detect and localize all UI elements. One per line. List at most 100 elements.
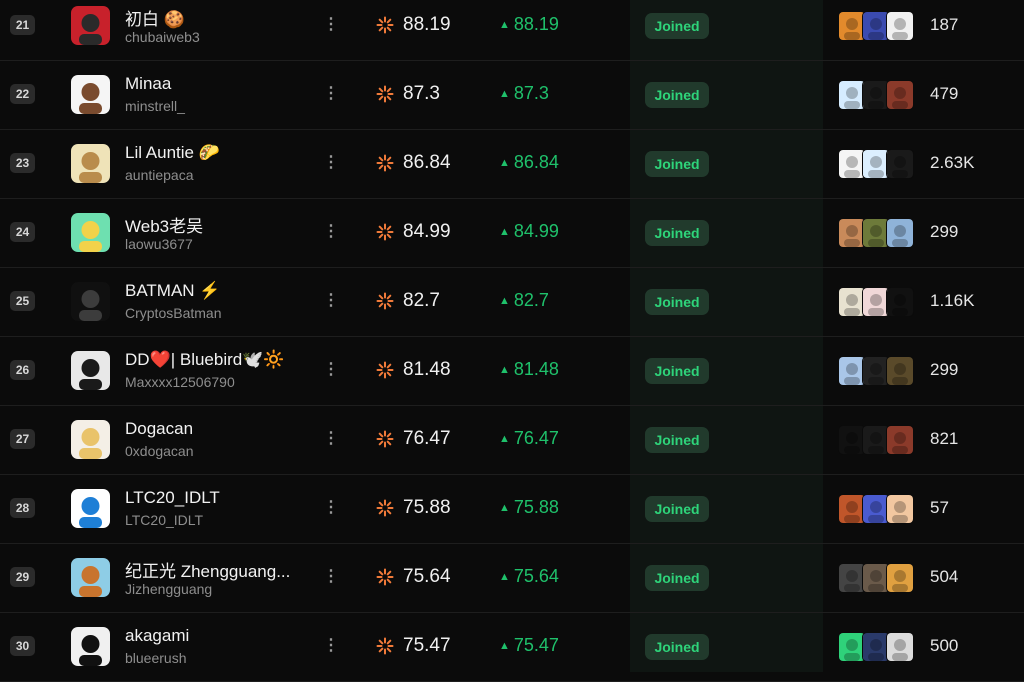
joined-badge[interactable]: Joined — [645, 634, 709, 660]
follower-avatar[interactable] — [886, 356, 914, 386]
user-handle: auntiepaca — [125, 167, 194, 183]
follower-avatar[interactable] — [886, 287, 914, 317]
more-vertical-icon[interactable]: ⋮ — [321, 635, 341, 659]
leaderboard-row[interactable]: 28 LTC20_IDLT LTC20_IDLT ⋮ 75.88 ▲ 75.88 … — [0, 474, 1024, 544]
more-vertical-icon[interactable]: ⋮ — [321, 428, 341, 452]
score-delta: ▲ 86.84 — [499, 152, 559, 173]
spark-icon — [376, 361, 394, 379]
spark-icon — [376, 292, 394, 310]
triangle-up-icon: ▲ — [499, 640, 510, 652]
leaderboard-row[interactable]: 21 初白 🍪 chubaiweb3 ⋮ 88.19 ▲ 88.19 Joined — [0, 0, 1024, 61]
follower-avatars[interactable] — [838, 149, 918, 179]
score-delta: ▲ 87.3 — [499, 83, 549, 104]
follower-avatar[interactable] — [886, 425, 914, 455]
joined-badge[interactable]: Joined — [645, 220, 709, 246]
avatar[interactable] — [71, 75, 110, 114]
joined-badge[interactable]: Joined — [645, 289, 709, 315]
follower-avatars[interactable] — [838, 287, 918, 317]
leaderboard-row[interactable]: 24 Web3老吴 laowu3677 ⋮ 84.99 ▲ 84.99 Joine… — [0, 198, 1024, 268]
follower-avatars[interactable] — [838, 11, 918, 41]
joined-badge[interactable]: Joined — [645, 13, 709, 39]
follower-avatar[interactable] — [886, 11, 914, 41]
follower-count: 299 — [930, 360, 959, 379]
avatar[interactable] — [71, 282, 110, 321]
more-vertical-icon[interactable]: ⋮ — [321, 359, 341, 383]
follower-avatars[interactable] — [838, 356, 918, 386]
more-vertical-icon[interactable]: ⋮ — [321, 221, 341, 245]
more-vertical-icon[interactable]: ⋮ — [321, 14, 341, 38]
rank-badge: 24 — [10, 222, 35, 242]
user-name[interactable]: BATMAN ⚡ — [125, 281, 220, 301]
user-handle: blueerush — [125, 650, 187, 666]
user-name[interactable]: Lil Auntie 🌮 — [125, 143, 220, 163]
rank-badge: 27 — [10, 429, 35, 449]
user-name[interactable]: DD❤️| Bluebird🕊️🔆 — [125, 350, 285, 370]
more-vertical-icon[interactable]: ⋮ — [321, 566, 341, 590]
joined-badge[interactable]: Joined — [645, 358, 709, 384]
avatar[interactable] — [71, 420, 110, 459]
more-vertical-icon[interactable]: ⋮ — [321, 152, 341, 176]
follower-count: 479 — [930, 84, 959, 103]
follower-count: 504 — [930, 567, 959, 586]
user-name[interactable]: Dogacan — [125, 419, 193, 439]
follower-count: 500 — [930, 636, 959, 655]
follower-avatars[interactable] — [838, 425, 918, 455]
joined-badge[interactable]: Joined — [645, 427, 709, 453]
follower-avatars[interactable] — [838, 494, 918, 524]
leaderboard-row[interactable]: 22 Minaa minstrell_ ⋮ 87.3 ▲87.3 Joined — [0, 60, 1024, 130]
spark-icon — [376, 568, 394, 586]
follower-count: 299 — [930, 222, 959, 241]
leaderboard-row[interactable]: 25 BATMAN ⚡ CryptosBatman ⋮ 82.7 ▲ 82.7 J… — [0, 267, 1024, 337]
triangle-up-icon: ▲ — [499, 19, 510, 31]
user-name[interactable]: Minaa — [125, 74, 171, 94]
avatar[interactable] — [71, 6, 110, 45]
joined-badge[interactable]: Joined — [645, 565, 709, 591]
user-name[interactable]: Web3老吴 — [125, 212, 203, 237]
follower-avatars[interactable] — [838, 218, 918, 248]
avatar[interactable] — [71, 489, 110, 528]
follower-avatars[interactable] — [838, 80, 918, 110]
follower-avatar[interactable] — [886, 218, 914, 248]
score-value: 88.19 — [403, 14, 451, 35]
follower-avatar[interactable] — [886, 563, 914, 593]
user-name[interactable]: akagami — [125, 626, 189, 646]
score-value: 76.47 — [403, 428, 451, 449]
leaderboard-row[interactable]: 27 Dogacan 0xdogacan ⋮ 76.47 ▲ 76.47 Join… — [0, 405, 1024, 475]
joined-badge[interactable]: Joined — [645, 82, 709, 108]
follower-avatars[interactable] — [838, 563, 918, 593]
more-vertical-icon[interactable]: ⋮ — [321, 497, 341, 521]
user-name[interactable]: 初白 🍪 — [125, 5, 185, 30]
follower-count: 821 — [930, 429, 959, 448]
delta-value: 76.47 — [513, 428, 559, 448]
avatar[interactable] — [71, 627, 110, 666]
score-value: 75.47 — [403, 635, 451, 656]
score-value: 75.64 — [403, 566, 451, 587]
joined-badge[interactable]: Joined — [645, 151, 709, 177]
avatar[interactable] — [71, 351, 110, 390]
joined-badge[interactable]: Joined — [645, 496, 709, 522]
more-vertical-icon[interactable]: ⋮ — [321, 83, 341, 107]
delta-value: 84.99 — [513, 221, 559, 241]
spark-icon — [376, 499, 394, 517]
user-name[interactable]: LTC20_IDLT — [125, 488, 220, 508]
spark-icon — [376, 637, 394, 655]
user-name[interactable]: 纪正光 Zhengguang... — [125, 557, 290, 582]
score-delta: ▲ 84.99 — [499, 221, 559, 242]
rank-badge: 28 — [10, 498, 35, 518]
avatar[interactable] — [71, 558, 110, 597]
more-vertical-icon[interactable]: ⋮ — [321, 290, 341, 314]
follower-avatar[interactable] — [886, 149, 914, 179]
follower-avatars[interactable] — [838, 632, 918, 662]
avatar[interactable] — [71, 213, 110, 252]
user-handle: 0xdogacan — [125, 443, 194, 459]
follower-avatar[interactable] — [886, 632, 914, 662]
follower-avatar[interactable] — [886, 80, 914, 110]
delta-value: 87.3 — [513, 83, 549, 103]
leaderboard-row[interactable]: 26 DD❤️| Bluebird🕊️🔆 Maxxxx12506790 ⋮ 81… — [0, 336, 1024, 406]
leaderboard-row[interactable]: 29 纪正光 Zhengguang... Jizhengguang ⋮ 75.6… — [0, 543, 1024, 613]
leaderboard-row[interactable]: 23 Lil Auntie 🌮 auntiepaca ⋮ 86.84 ▲ 86.8… — [0, 129, 1024, 199]
avatar[interactable] — [71, 144, 110, 183]
user-handle: chubaiweb3 — [125, 29, 200, 45]
follower-avatar[interactable] — [886, 494, 914, 524]
score-delta: ▲ 88.19 — [499, 14, 559, 35]
